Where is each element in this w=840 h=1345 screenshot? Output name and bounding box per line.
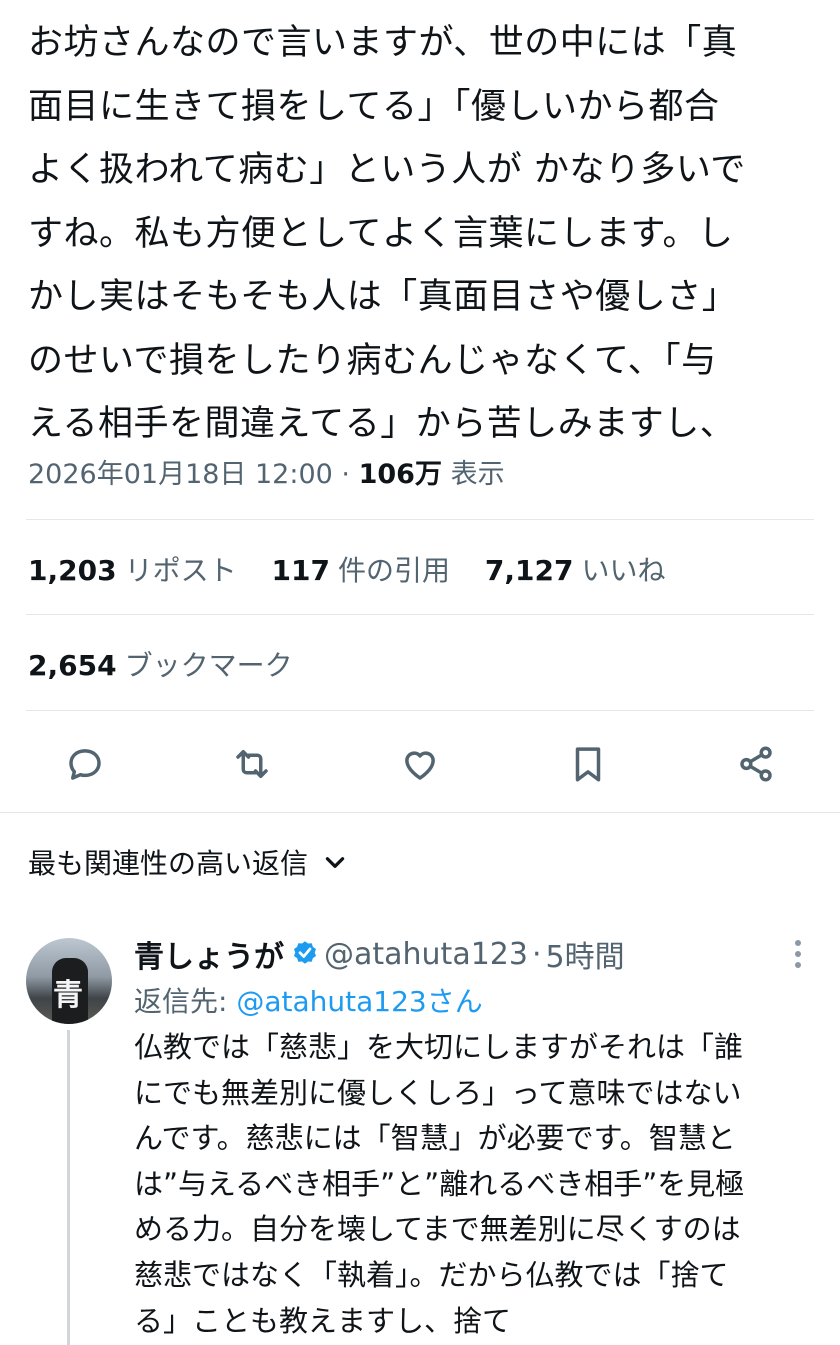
replies-section-title: 最も関連性の高い返信 — [28, 847, 309, 880]
reply-handle[interactable]: @atahuta123 — [324, 937, 528, 972]
quotes-label: 件の引用 — [337, 554, 450, 587]
reply-to-label: 返信先: — [134, 985, 237, 1018]
reply-separator: · — [531, 936, 542, 972]
chevron-down-icon — [325, 857, 345, 868]
views-count: 106万 — [358, 459, 442, 490]
divider — [0, 812, 840, 813]
reply-display-name[interactable]: 青しょうが — [134, 932, 284, 976]
replies-sort-dropdown[interactable]: 最も関連性の高い返信 — [28, 842, 348, 882]
bookmark-icon — [575, 747, 601, 782]
verified-badge-icon — [294, 941, 316, 964]
quotes-stat[interactable]: 117 件の引用 — [272, 554, 450, 587]
repost-icon — [236, 750, 268, 778]
reposts-count: 1,203 — [28, 554, 117, 587]
bookmark-button[interactable] — [566, 742, 610, 786]
action-bar — [0, 732, 840, 794]
reply-time[interactable]: 5時間 — [546, 932, 625, 976]
post-timestamp[interactable]: 2026年01月18日 12:00 — [28, 459, 333, 490]
reply-to-handle[interactable]: @atahuta123さん — [236, 985, 482, 1018]
more-options-icon[interactable] — [790, 940, 806, 974]
likes-count: 7,127 — [484, 554, 574, 587]
post-meta: 2026年01月18日 12:00 · 106万 表示 — [28, 452, 505, 491]
reply-text: 仏教では「慈悲」を大切にしますがそれは「誰 にでも無差別に優しくしろ」って意味で… — [134, 1030, 745, 1338]
divider — [26, 614, 814, 615]
bookmarks-label: ブックマーク — [124, 649, 293, 682]
likes-stat[interactable]: 7,127 いいね — [485, 554, 666, 587]
quotes-count: 117 — [271, 554, 330, 587]
avatar-char: 青 — [53, 978, 83, 1013]
bookmarks-count: 2,654 — [28, 649, 117, 682]
thread-line — [67, 1030, 70, 1345]
post-text: お坊さんなので言いますが、世の中には「真 面目に生きて損をしてる」「優しいから都… — [28, 23, 746, 444]
divider — [26, 710, 814, 711]
reply-icon — [69, 749, 101, 780]
like-icon — [405, 751, 435, 780]
reposts-stat[interactable]: 1,203 リポスト — [28, 554, 237, 587]
repost-button[interactable] — [230, 742, 274, 786]
engagement-stats: 1,203 リポスト 117 件の引用 7,127 いいね — [28, 549, 691, 589]
share-icon — [740, 746, 772, 782]
reposts-label: リポスト — [124, 554, 237, 587]
avatar[interactable]: 青 — [26, 938, 112, 1024]
reply-header: 青しょうが @atahuta123 · 5時間 — [134, 932, 625, 976]
share-button[interactable] — [734, 742, 778, 786]
like-button[interactable] — [398, 742, 442, 786]
bookmarks-stats: 2,654 ブックマーク — [28, 644, 319, 684]
meta-separator: · — [341, 459, 351, 490]
reply-to: 返信先: @atahuta123さん — [134, 980, 483, 1020]
bookmarks-stat[interactable]: 2,654 ブックマーク — [28, 649, 293, 682]
reply-button[interactable] — [63, 742, 107, 786]
likes-label: いいね — [581, 554, 666, 587]
views-label: 表示 — [450, 459, 505, 490]
divider — [26, 519, 814, 520]
